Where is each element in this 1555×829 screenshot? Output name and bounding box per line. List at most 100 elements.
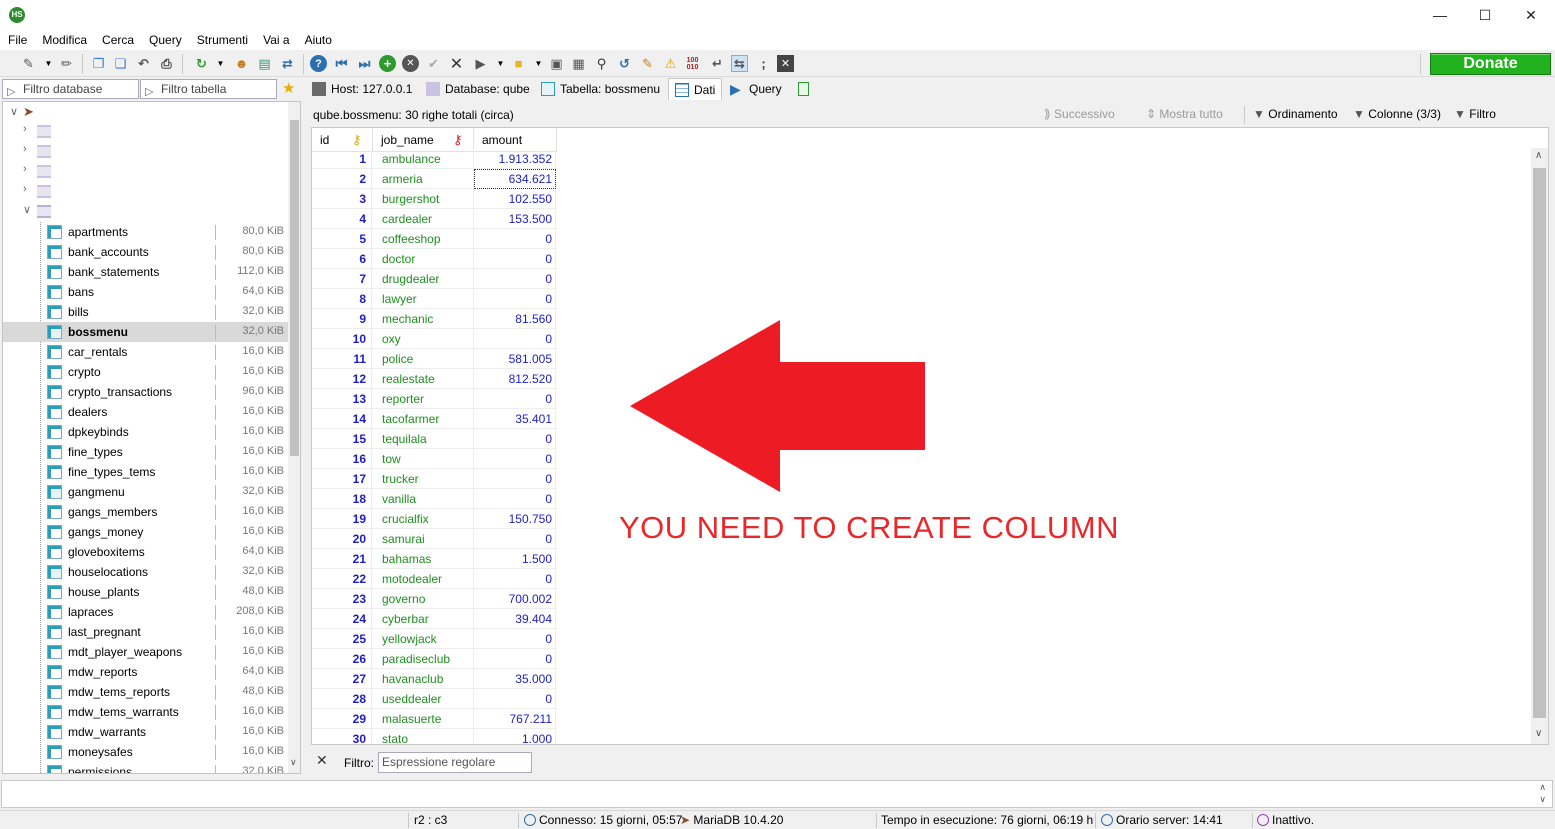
cell-job-name[interactable]: tequilala [373,429,474,449]
dropdown-arrow-icon[interactable]: ▼ [40,55,57,72]
table-row[interactable]: 11 police 581.005 [312,349,557,369]
cell-job-name[interactable]: cardealer [373,209,474,229]
cell-amount[interactable]: 150.750 [474,509,556,529]
collapse-chevron-icon[interactable]: ∨ [23,203,31,216]
tree-table-gangmenu[interactable]: gangmenu 32,0 KiB [3,482,288,502]
folder-icon[interactable]: ■ [510,55,527,72]
cell-job-name[interactable]: tacofarmer [373,409,474,429]
tree-table-gangs-money[interactable]: gangs_money 16,0 KiB [3,522,288,542]
cell-amount[interactable]: 0 [474,649,556,669]
menu-modifica[interactable]: Modifica [34,32,94,50]
cell-job-name[interactable]: cyberbar [373,609,474,629]
cell-id[interactable]: 3 [312,189,372,209]
tree-table-bans[interactable]: bans 64,0 KiB [3,282,288,302]
cell-job-name[interactable]: yellowjack [373,629,474,649]
cell-amount[interactable]: 35.401 [474,409,556,429]
tree-table-houselocations[interactable]: houselocations 32,0 KiB [3,562,288,582]
tree-table-dealers[interactable]: dealers 16,0 KiB [3,402,288,422]
tab-host[interactable]: Host: 127.0.0.1 [306,78,414,100]
table-row[interactable]: 18 vanilla 0 [312,489,557,509]
table-row[interactable]: 4 cardealer 153.500 [312,209,557,229]
cell-id[interactable]: 20 [312,529,372,549]
new-query-tab-button[interactable] [792,78,814,100]
auto-refresh-icon[interactable]: ⇆ [731,55,748,72]
cell-amount[interactable]: 700.002 [474,589,556,609]
cell-amount[interactable]: 0 [474,389,556,409]
cell-amount[interactable]: 0 [474,249,556,269]
cell-job-name[interactable]: bahamas [373,549,474,569]
cell-amount[interactable]: 81.560 [474,309,556,329]
cell-amount[interactable]: 102.550 [474,189,556,209]
table-row[interactable]: 25 yellowjack 0 [312,629,557,649]
cell-amount[interactable]: 0 [474,489,556,509]
cell-id[interactable]: 29 [312,709,372,729]
cell-job-name[interactable]: crucialfix [373,509,474,529]
tree-table-bills[interactable]: bills 32,0 KiB [3,302,288,322]
expand-chevron-icon[interactable]: › [23,123,27,135]
tree-table-mdw-reports[interactable]: mdw_reports 64,0 KiB [3,662,288,682]
cell-amount[interactable]: 0 [474,689,556,709]
tree-table-last-pregnant[interactable]: last_pregnant 16,0 KiB [3,622,288,642]
cell-id[interactable]: 4 [312,209,372,229]
tree-table-dpkeybinds[interactable]: dpkeybinds 16,0 KiB [3,422,288,442]
database-filter-input[interactable]: ▷ Filtro database [2,79,139,99]
menu-strumenti[interactable]: Strumenti [189,32,255,50]
maximize-button[interactable]: ☐ [1462,0,1508,30]
cell-amount[interactable]: 0 [474,429,556,449]
table-row[interactable]: 14 tacofarmer 35.401 [312,409,557,429]
table-row[interactable]: 1 ambulance 1.913.352 [312,149,557,169]
cell-amount[interactable]: 812.520 [474,369,556,389]
session-manager-icon[interactable]: ✎ [20,55,37,72]
copy-icon[interactable]: ❐ [90,55,107,72]
word-wrap-icon[interactable]: ↵ [709,55,726,72]
menu-cerca[interactable]: Cerca [94,32,141,50]
table-row[interactable]: 8 lawyer 0 [312,289,557,309]
tab-query[interactable]: ▶ Query [724,78,790,100]
cell-id[interactable]: 16 [312,449,372,469]
cell-amount[interactable]: 1.000 [474,729,556,744]
grid-scrollbar[interactable]: ∧ ∨ [1531,148,1548,744]
sort-button[interactable]: ▼ Ordinamento [1253,107,1338,121]
cancel-icon[interactable]: ✕ [448,55,465,73]
cell-job-name[interactable]: tow [373,449,474,469]
filter-button[interactable]: ▼ Filtro [1454,107,1496,121]
cell-amount[interactable]: 0 [474,469,556,489]
expand-chevron-icon[interactable]: › [23,143,27,155]
table-row[interactable]: 12 realestate 812.520 [312,369,557,389]
table-row[interactable]: 15 tequilala 0 [312,429,557,449]
close-tab-icon[interactable]: ✕ [777,55,794,72]
cell-id[interactable]: 7 [312,269,372,289]
cell-amount[interactable]: 0 [474,269,556,289]
cell-amount[interactable]: 0 [474,629,556,649]
cell-id[interactable]: 23 [312,589,372,609]
cell-job-name[interactable]: useddealer [373,689,474,709]
menu-vai-a[interactable]: Vai a [255,32,296,50]
tree-table-fine-types-tems[interactable]: fine_types_tems 16,0 KiB [3,462,288,482]
tree-table-fine-types[interactable]: fine_types 16,0 KiB [3,442,288,462]
tree-table-bank-accounts[interactable]: bank_accounts 80,0 KiB [3,242,288,262]
tab-data[interactable]: Dati [668,78,722,100]
cell-job-name[interactable]: stato [373,729,474,744]
cell-id[interactable]: 30 [312,729,372,744]
cell-job-name[interactable]: governo [373,589,474,609]
show-all-button[interactable]: ⇕ Mostra tutto [1146,107,1223,121]
dropdown-arrow-icon[interactable]: ▼ [530,55,547,72]
dropdown-arrow-icon[interactable]: ▼ [212,55,229,72]
cell-amount[interactable]: 0 [474,289,556,309]
dropdown-arrow-icon[interactable]: ▼ [492,55,509,72]
cell-id[interactable]: 28 [312,689,372,709]
cell-amount[interactable]: 634.621 [474,169,556,189]
post-icon[interactable]: ✔ [425,55,442,72]
cell-amount[interactable]: 0 [474,569,556,589]
scroll-down-icon[interactable]: ∨ [290,757,297,768]
cell-id[interactable]: 17 [312,469,372,489]
table-row[interactable]: 16 tow 0 [312,449,557,469]
columns-button[interactable]: ▼ Colonne (3/3) [1353,107,1441,121]
cell-amount[interactable]: 0 [474,529,556,549]
expand-chevron-icon[interactable]: › [23,183,27,195]
table-row[interactable]: 20 samurai 0 [312,529,557,549]
cell-job-name[interactable]: armeria [373,169,474,189]
database-icon[interactable] [37,125,51,138]
binary-icon[interactable]: 100 010 [684,55,701,72]
table-filter-input[interactable]: ▷ Filtro tabella [140,79,277,99]
